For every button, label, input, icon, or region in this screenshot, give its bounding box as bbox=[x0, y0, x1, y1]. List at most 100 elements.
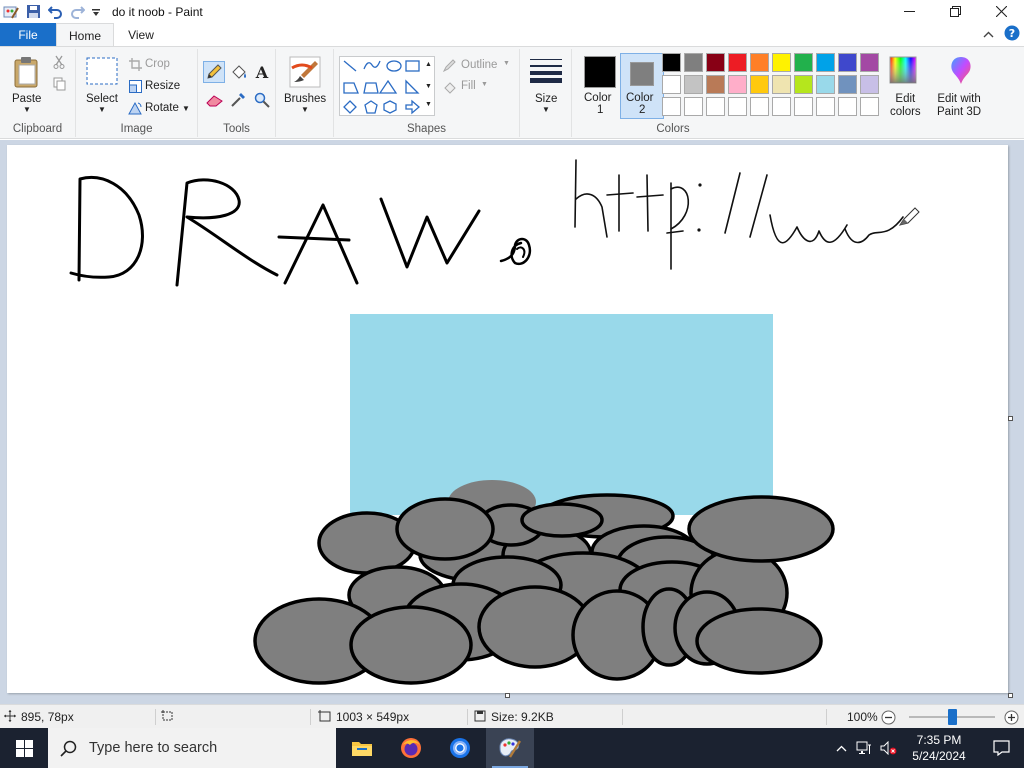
customize-qa-icon[interactable] bbox=[90, 3, 102, 21]
taskbar-paint[interactable] bbox=[486, 728, 534, 768]
palette-swatch[interactable] bbox=[750, 53, 769, 72]
brush-icon[interactable] bbox=[289, 55, 321, 89]
outline-button[interactable]: Outline bbox=[461, 59, 497, 71]
close-icon[interactable] bbox=[978, 0, 1024, 23]
palette-swatch[interactable] bbox=[706, 97, 725, 116]
palette-swatch[interactable] bbox=[772, 53, 791, 72]
canvas-workspace[interactable] bbox=[0, 140, 1024, 704]
magnifier-icon[interactable] bbox=[252, 90, 272, 110]
resize-handle-bottom[interactable] bbox=[505, 693, 510, 698]
edit-colors-icon[interactable] bbox=[888, 55, 918, 85]
palette-swatch[interactable] bbox=[860, 53, 879, 72]
palette-swatch[interactable] bbox=[684, 97, 703, 116]
rotate-button[interactable]: Rotate bbox=[145, 102, 179, 114]
select-icon[interactable] bbox=[86, 57, 118, 85]
fill-dropdown-icon[interactable]: ▼ bbox=[481, 81, 488, 88]
fill-icon[interactable] bbox=[442, 80, 456, 94]
shapes-more-icon[interactable]: ▼ bbox=[425, 101, 432, 108]
outline-dropdown-icon[interactable]: ▼ bbox=[503, 60, 510, 67]
palette-swatch[interactable] bbox=[838, 53, 857, 72]
paste-button[interactable]: Paste bbox=[12, 93, 41, 105]
brushes-dropdown-icon[interactable]: ▼ bbox=[301, 105, 309, 114]
edit-with-paint3d-button[interactable]: Edit with Paint 3D bbox=[937, 93, 981, 119]
palette-swatch[interactable] bbox=[750, 97, 769, 116]
palette-swatch[interactable] bbox=[860, 97, 879, 116]
resize-button[interactable]: Resize bbox=[145, 80, 180, 92]
restore-icon[interactable] bbox=[932, 0, 978, 23]
palette-swatch[interactable] bbox=[706, 75, 725, 94]
shapes-scroll-down-icon[interactable]: ▼ bbox=[425, 83, 432, 90]
select-button[interactable]: Select bbox=[86, 93, 118, 105]
show-hidden-icons-icon[interactable] bbox=[830, 745, 852, 752]
tab-home[interactable]: Home bbox=[56, 23, 114, 47]
color1-selector[interactable]: Color 1 bbox=[578, 53, 622, 119]
palette-swatch[interactable] bbox=[728, 53, 747, 72]
eraser-icon[interactable] bbox=[204, 90, 224, 110]
cut-icon[interactable] bbox=[52, 55, 66, 69]
shapes-gallery[interactable] bbox=[339, 56, 435, 116]
palette-swatch[interactable] bbox=[662, 53, 681, 72]
palette-swatch[interactable] bbox=[794, 97, 813, 116]
rotate-dropdown-icon[interactable]: ▼ bbox=[182, 104, 190, 113]
palette-swatch[interactable] bbox=[662, 97, 681, 116]
undo-icon[interactable] bbox=[46, 3, 64, 21]
redo-icon[interactable] bbox=[68, 3, 86, 21]
zoom-in-icon[interactable] bbox=[1004, 705, 1019, 729]
palette-swatch[interactable] bbox=[662, 75, 681, 94]
outline-icon[interactable] bbox=[442, 58, 456, 72]
volume-muted-icon[interactable] bbox=[876, 741, 900, 755]
size-dropdown-icon[interactable]: ▼ bbox=[542, 105, 550, 114]
brushes-button[interactable]: Brushes bbox=[284, 93, 326, 105]
taskbar-chrome[interactable] bbox=[436, 728, 484, 768]
palette-swatch[interactable] bbox=[816, 97, 835, 116]
palette-swatch[interactable] bbox=[794, 75, 813, 94]
network-icon[interactable] bbox=[852, 741, 876, 755]
color2-selector[interactable]: Color 2 bbox=[620, 53, 664, 119]
zoom-slider[interactable] bbox=[909, 705, 995, 729]
palette-swatch[interactable] bbox=[772, 97, 791, 116]
palette-swatch[interactable] bbox=[728, 97, 747, 116]
palette-swatch[interactable] bbox=[816, 53, 835, 72]
palette-swatch[interactable] bbox=[684, 75, 703, 94]
rotate-icon[interactable] bbox=[128, 101, 142, 115]
size-button[interactable]: Size bbox=[535, 93, 557, 105]
tab-file[interactable]: File bbox=[0, 23, 56, 46]
tab-view[interactable]: View bbox=[118, 23, 164, 46]
copy-icon[interactable] bbox=[52, 77, 66, 91]
text-tool-icon[interactable]: A bbox=[252, 62, 272, 82]
palette-swatch[interactable] bbox=[816, 75, 835, 94]
zoom-out-icon[interactable] bbox=[881, 705, 896, 729]
paste-dropdown-icon[interactable]: ▼ bbox=[23, 105, 31, 114]
paste-icon[interactable] bbox=[12, 55, 42, 89]
taskbar-firefox[interactable] bbox=[387, 728, 435, 768]
palette-swatch[interactable] bbox=[728, 75, 747, 94]
action-center-icon[interactable] bbox=[978, 740, 1024, 756]
save-icon[interactable] bbox=[24, 3, 42, 21]
taskbar-clock[interactable]: 7:35 PM 5/24/2024 bbox=[900, 732, 978, 764]
size-lines-icon[interactable] bbox=[529, 57, 563, 85]
palette-swatch[interactable] bbox=[794, 53, 813, 72]
crop-button[interactable]: Crop bbox=[145, 58, 170, 70]
pencil-icon[interactable] bbox=[203, 61, 225, 83]
paint-app-icon[interactable] bbox=[2, 3, 20, 21]
palette-swatch[interactable] bbox=[772, 75, 791, 94]
palette-swatch[interactable] bbox=[838, 75, 857, 94]
palette-swatch[interactable] bbox=[750, 75, 769, 94]
crop-icon[interactable] bbox=[128, 57, 142, 71]
fill-bucket-icon[interactable] bbox=[228, 62, 248, 82]
help-icon[interactable]: ? bbox=[1004, 25, 1020, 44]
minimize-icon[interactable] bbox=[886, 0, 932, 23]
resize-icon[interactable] bbox=[128, 79, 142, 93]
resize-handle-corner[interactable] bbox=[1008, 693, 1013, 698]
palette-swatch[interactable] bbox=[838, 97, 857, 116]
start-button[interactable] bbox=[0, 728, 48, 768]
palette-swatch[interactable] bbox=[706, 53, 725, 72]
shapes-scroll-up-icon[interactable]: ▲ bbox=[425, 61, 432, 68]
palette-swatch[interactable] bbox=[860, 75, 879, 94]
color-picker-icon[interactable] bbox=[228, 90, 248, 110]
select-dropdown-icon[interactable]: ▼ bbox=[98, 105, 106, 114]
fill-button[interactable]: Fill bbox=[461, 80, 476, 92]
edit-colors-button[interactable]: Edit colors bbox=[890, 93, 921, 119]
taskbar-file-explorer[interactable] bbox=[338, 728, 386, 768]
paint-3d-icon[interactable] bbox=[946, 55, 976, 87]
